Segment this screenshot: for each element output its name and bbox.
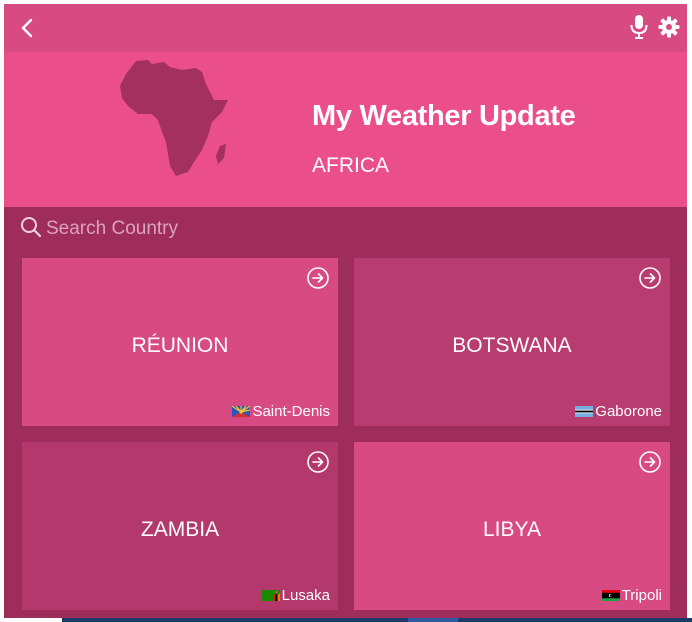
search-bar (20, 214, 420, 246)
search-icon (21, 217, 42, 238)
hero-banner: My Weather Update AFRICA (4, 52, 687, 207)
botswana-flag-icon (575, 406, 594, 417)
capital-name: Saint-Denis (252, 403, 330, 420)
arrow-circle-right-icon[interactable] (306, 450, 330, 474)
taskbar-strip (62, 618, 692, 622)
capital-label: Saint-Denis (232, 403, 330, 420)
capital-name: Lusaka (281, 587, 330, 604)
libya-flag-icon (601, 590, 620, 601)
capital-label: Tripoli (601, 587, 662, 604)
country-card-zambia[interactable]: ZAMBIA Lusaka (22, 442, 338, 610)
arrow-circle-right-icon[interactable] (306, 266, 330, 290)
country-name: RÉUNION (131, 334, 229, 357)
country-name: ZAMBIA (140, 518, 220, 541)
microphone-icon[interactable] (628, 14, 650, 40)
capital-label: Gaborone (575, 403, 662, 420)
country-card-reunion[interactable]: RÉUNION Saint-Denis (22, 258, 338, 426)
capital-name: Tripoli (621, 587, 662, 604)
gear-icon[interactable] (657, 15, 681, 39)
country-card-botswana[interactable]: BOTSWANA Gaborone (354, 258, 670, 426)
country-name: BOTSWANA (452, 334, 572, 357)
capital-label: Lusaka (261, 587, 330, 604)
top-bar (4, 4, 687, 52)
capital-name: Gaborone (595, 403, 662, 420)
zambia-flag-icon (261, 590, 280, 601)
search-input[interactable] (46, 214, 406, 244)
arrow-circle-right-icon[interactable] (638, 266, 662, 290)
reunion-flag-icon (232, 406, 251, 417)
weather-app: My Weather Update AFRICA RÉUNION Saint-D… (4, 4, 687, 618)
country-name: LIBYA (483, 518, 541, 541)
app-title: My Weather Update (312, 100, 576, 132)
africa-map-icon (120, 60, 228, 176)
taskbar-highlight (408, 618, 458, 622)
region-label: AFRICA (312, 154, 390, 177)
arrow-circle-right-icon[interactable] (638, 450, 662, 474)
country-card-libya[interactable]: LIBYA Tripoli (354, 442, 670, 610)
chevron-left-icon[interactable] (16, 16, 40, 40)
